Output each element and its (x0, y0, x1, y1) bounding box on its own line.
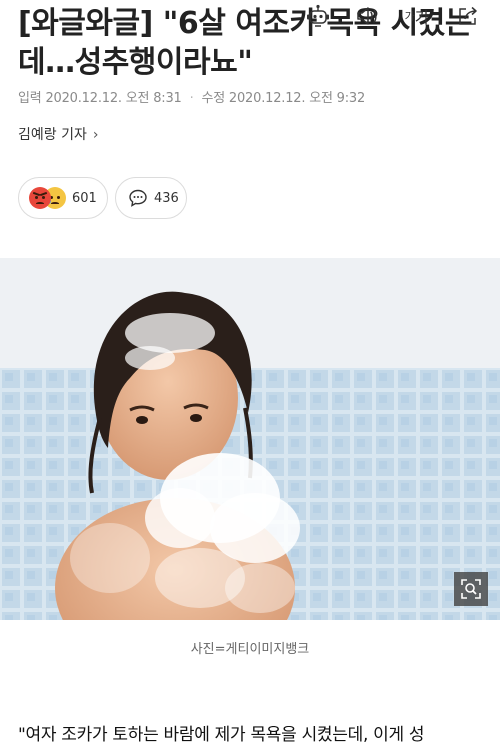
text-to-speech-button[interactable] (354, 0, 380, 32)
modified-label: 수정 (201, 91, 225, 106)
published-label: 입력 (18, 91, 42, 106)
chevron-right-icon: › (92, 127, 99, 143)
reaction-button[interactable]: 601 (18, 177, 108, 219)
reporter-name: 김예랑 기자 (18, 127, 87, 143)
photo-caption: 사진=게티이미지뱅크 (190, 642, 310, 657)
font-size-small-label: 가 (404, 10, 415, 23)
angry-emoji-icon (29, 187, 51, 209)
reporter-link[interactable]: 김예랑 기자 › (18, 124, 98, 144)
font-size-button[interactable]: 가가 (402, 0, 432, 32)
meta-separator: · (189, 91, 194, 106)
summary-robot-button[interactable] (303, 0, 333, 32)
article-body-first-line: "여자 조카가 토하는 바람에 제가 목욕을 시켰는데, 이게 성 (18, 725, 425, 745)
robot-summary-icon (307, 4, 329, 27)
zoom-icon (461, 579, 481, 599)
reaction-count: 601 (72, 190, 97, 206)
article-meta: 입력 2020.12.12. 오전 8:31 · 수정 2020.12.12. … (18, 87, 365, 106)
font-size-large-label: 가 (414, 8, 430, 27)
published-time: 2020.12.12. 오전 8:31 (45, 91, 182, 106)
comment-button[interactable]: 436 (115, 177, 187, 219)
article-photo (0, 258, 500, 620)
child-bath-illustration (0, 258, 500, 620)
share-button[interactable] (455, 0, 481, 32)
photo-zoom-button[interactable] (454, 572, 488, 606)
comment-count: 436 (154, 190, 179, 206)
share-icon (459, 6, 477, 25)
modified-time: 2020.12.12. 오전 9:32 (228, 91, 366, 106)
comment-bubble-icon (129, 189, 147, 207)
speaker-icon (357, 7, 377, 25)
